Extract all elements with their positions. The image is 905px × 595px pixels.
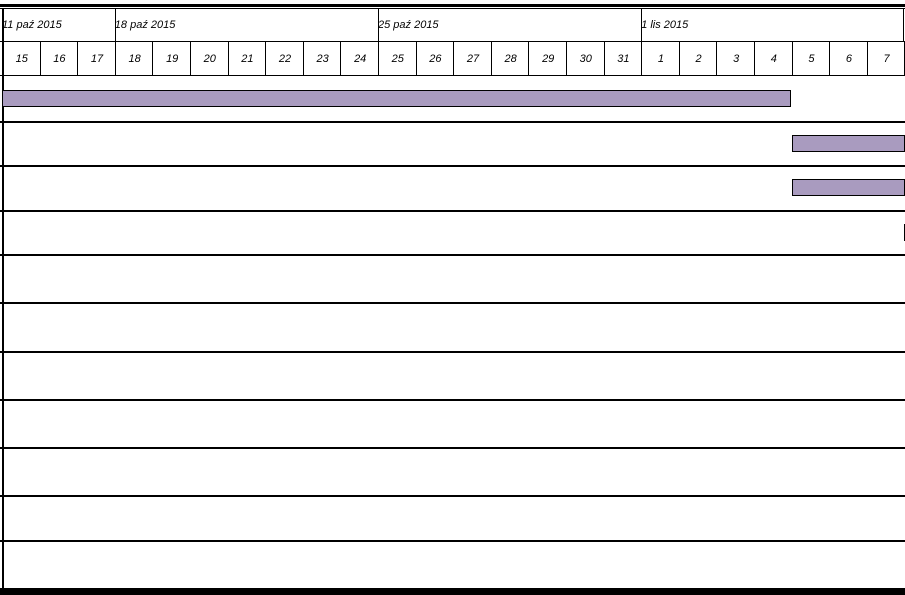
bottom-border	[0, 591, 905, 595]
day-label: 2	[695, 53, 702, 65]
gantt-chart: 11 paź 2015 18 paź 2015 25 paź 2015 1 lis 2…	[0, 0, 905, 595]
day-label: 23	[316, 53, 329, 65]
task-row	[3, 165, 905, 210]
day-label: 20	[203, 53, 216, 65]
task-row	[3, 254, 905, 302]
week-label: 1 lis 2015	[641, 19, 689, 31]
day-label: 16	[53, 53, 66, 65]
task-row	[3, 351, 905, 399]
task-row	[3, 121, 905, 165]
task-row	[3, 399, 905, 447]
day-label: 4	[770, 53, 777, 65]
day-label: 19	[166, 53, 179, 65]
day-label: 31	[617, 53, 630, 65]
task-row	[3, 447, 905, 495]
day-label: 17	[90, 53, 104, 65]
day-label: 3	[733, 53, 740, 65]
day-label: 18	[128, 53, 141, 65]
week-row-right-edge	[903, 8, 904, 42]
day-label: 26	[429, 53, 442, 65]
week-separator	[115, 8, 116, 42]
task-bar[interactable]	[2, 90, 792, 107]
day-label: 6	[845, 53, 853, 65]
day-label: 22	[278, 53, 292, 65]
header-rule	[0, 4, 905, 7]
header-rule	[0, 8, 905, 9]
task-row	[3, 302, 905, 351]
day-label: 25	[391, 53, 404, 65]
week-label: 25 paź 2015	[378, 19, 439, 31]
task-bar[interactable]	[791, 135, 905, 152]
task-bar[interactable]	[791, 179, 905, 196]
day-label: 7	[883, 53, 890, 65]
task-row	[3, 495, 905, 540]
task-row	[3, 540, 905, 588]
day-label: 30	[579, 53, 592, 65]
week-label: 11 paź 2015	[2, 19, 62, 31]
day-label: 5	[808, 53, 815, 65]
day-label: 28	[504, 53, 517, 65]
week-label: 18 paź 2015	[114, 19, 176, 31]
task-row	[3, 210, 905, 254]
day-label: 1	[657, 53, 665, 65]
day-label: 21	[241, 53, 254, 65]
week-separator	[378, 8, 379, 42]
day-label: 15	[15, 53, 28, 65]
week-separator	[641, 8, 642, 42]
day-label: 27	[466, 53, 480, 65]
day-label: 24	[354, 53, 367, 65]
day-label: 29	[542, 53, 555, 65]
